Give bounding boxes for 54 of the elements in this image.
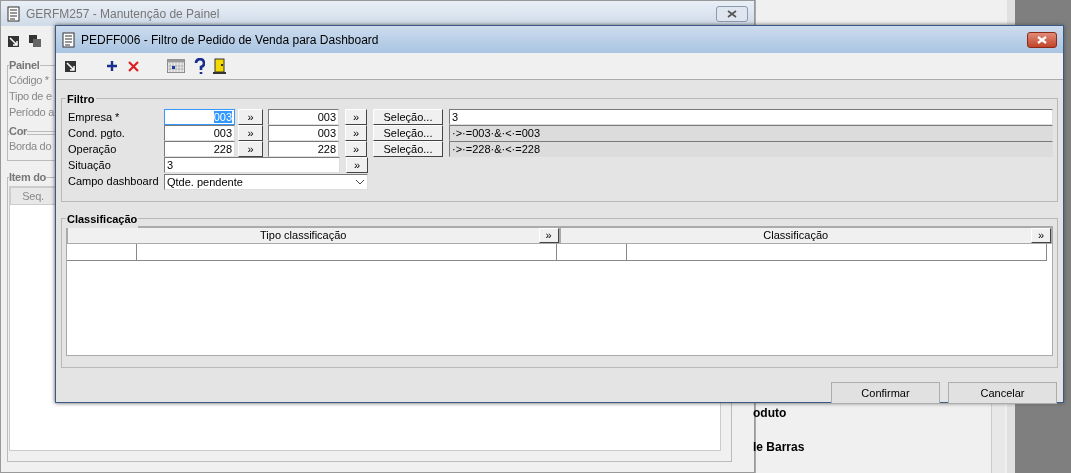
copy-icon[interactable] xyxy=(28,34,42,48)
list-item[interactable]: oduto xyxy=(753,404,787,422)
column-header: Tipo classificação xyxy=(259,228,348,243)
close-button[interactable] xyxy=(1027,31,1057,48)
picker-button[interactable]: » xyxy=(238,141,263,157)
arrow-icon[interactable] xyxy=(64,59,77,73)
input-field[interactable]: 228 xyxy=(164,141,235,157)
picker-button[interactable]: » xyxy=(345,125,367,141)
field-label: Cond. pgto. xyxy=(68,125,126,141)
list-item[interactable]: le Barras xyxy=(753,438,805,456)
input-field[interactable]: 003 xyxy=(164,125,235,141)
document-icon xyxy=(7,5,20,22)
picker-button[interactable]: » xyxy=(346,157,368,173)
table-cell xyxy=(557,244,627,261)
window-title: GERFM257 - Manutenção de Painel xyxy=(26,5,220,23)
field-label: Código * xyxy=(9,73,50,88)
picker-button[interactable]: » xyxy=(538,228,559,243)
selection-button[interactable]: Seleção... xyxy=(373,141,443,157)
column-header: Seq. xyxy=(10,187,56,205)
field-label: Período a xyxy=(9,105,56,120)
close-button[interactable] xyxy=(716,5,748,22)
field-label: Campo dashboard xyxy=(68,173,160,189)
picker-button[interactable]: » xyxy=(345,109,367,125)
cancel-button[interactable]: Cancelar xyxy=(948,382,1057,404)
help-icon[interactable] xyxy=(194,57,205,75)
field-label: Situação xyxy=(68,157,112,173)
window-title: PEDFF006 - Filtro de Pedido de Venda para Dashboard xyxy=(81,31,379,49)
picker-button[interactable]: » xyxy=(238,109,263,125)
picker-button[interactable]: » xyxy=(1031,228,1051,243)
document-icon xyxy=(62,31,75,48)
input-field[interactable]: 3 xyxy=(164,157,340,173)
column-header: Classificação xyxy=(762,228,830,243)
input-field[interactable]: 003 xyxy=(268,125,339,141)
close-icon xyxy=(1036,34,1048,45)
selection-button[interactable]: Seleção... xyxy=(373,109,443,125)
input-field[interactable]: 3 xyxy=(449,109,1053,125)
picker-button[interactable]: » xyxy=(345,141,367,157)
plus-icon[interactable] xyxy=(107,60,118,72)
field-label: Tipo de e xyxy=(9,89,53,104)
field-label: Borda do xyxy=(9,139,53,154)
delete-icon[interactable] xyxy=(128,60,139,72)
calendar-icon[interactable] xyxy=(167,59,185,73)
confirm-button[interactable]: Confirmar xyxy=(831,382,940,404)
selection-button[interactable]: Seleção... xyxy=(373,125,443,141)
field-label: Empresa * xyxy=(68,109,121,125)
chevron-down-icon xyxy=(355,178,365,185)
field-label: Operação xyxy=(68,141,118,157)
close-icon xyxy=(726,8,738,19)
picker-button[interactable]: » xyxy=(238,125,263,141)
dropdown[interactable]: Qtde. pendente xyxy=(164,173,368,190)
input-field[interactable]: 228 xyxy=(268,141,339,157)
input-field[interactable]: 003 xyxy=(268,109,339,125)
door-icon[interactable] xyxy=(213,58,226,74)
arrow-icon[interactable] xyxy=(7,34,20,48)
